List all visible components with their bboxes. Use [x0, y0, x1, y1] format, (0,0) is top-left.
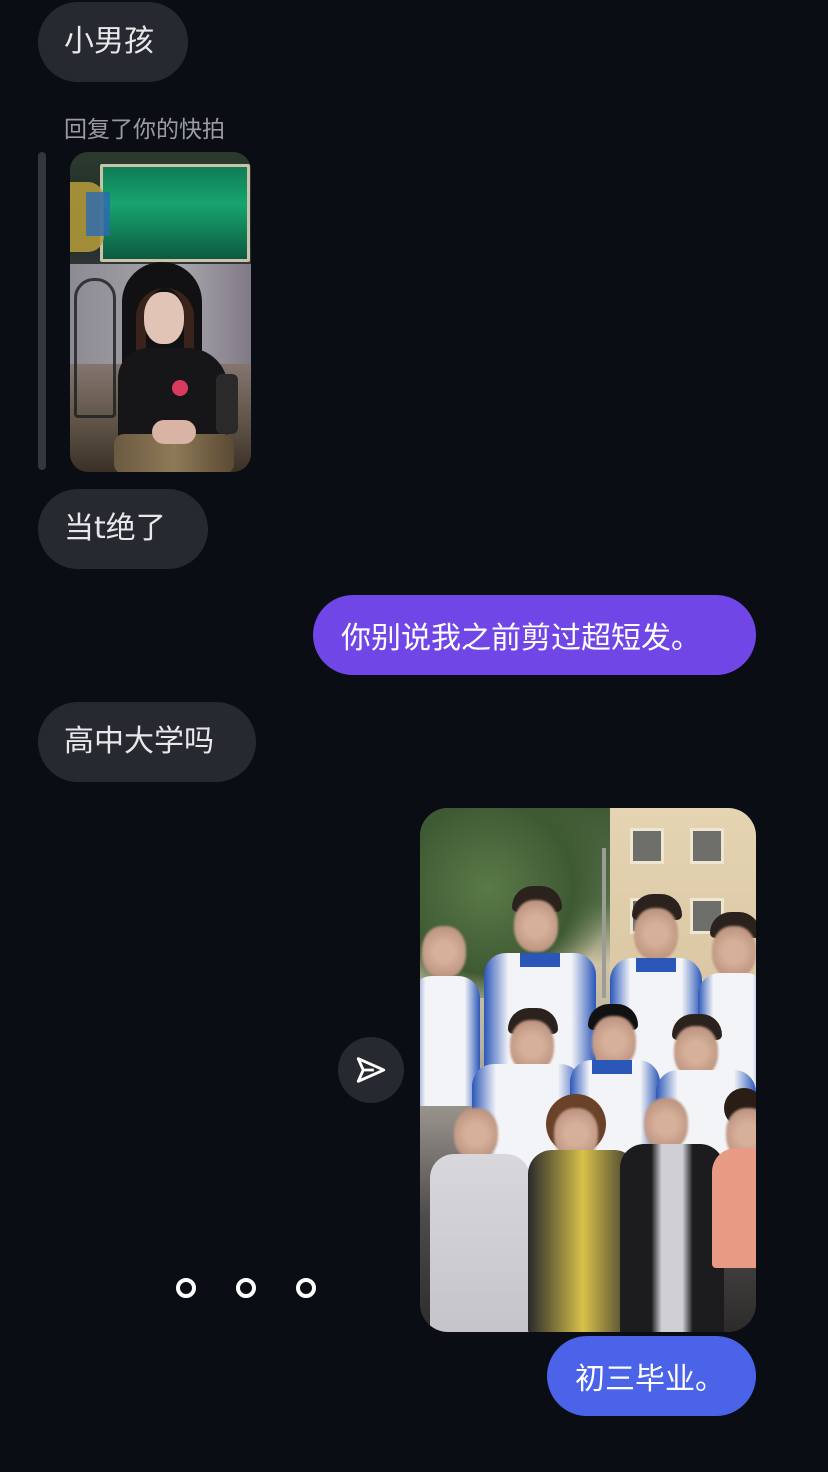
outgoing-message-bubble[interactable]: 初三毕业。: [547, 1336, 756, 1416]
sent-photo[interactable]: [420, 808, 756, 1332]
message-text: 你别说我之前剪过超短发。: [341, 621, 701, 656]
message-text: 当t绝了: [64, 511, 166, 546]
typing-indicator: [176, 1278, 326, 1300]
story-thumbnail[interactable]: [70, 152, 251, 472]
incoming-message-bubble[interactable]: 小男孩: [38, 2, 188, 82]
message-text: 小男孩: [64, 24, 154, 59]
story-reply-label: 回复了你的快拍: [64, 117, 225, 143]
share-button[interactable]: [338, 1037, 404, 1103]
message-text: 初三毕业。: [575, 1362, 725, 1397]
outgoing-message-bubble[interactable]: 你别说我之前剪过超短发。: [313, 595, 756, 675]
typing-dot: [236, 1278, 256, 1298]
typing-dot: [176, 1278, 196, 1298]
send-icon: [356, 1057, 386, 1083]
incoming-message-bubble[interactable]: 高中大学吗: [38, 702, 256, 782]
incoming-message-bubble[interactable]: 当t绝了: [38, 489, 208, 569]
chat-screen: 小男孩 回复了你的快拍 当t绝了 你别说我之前剪过超短发。 高中大学吗 初三毕业…: [0, 0, 828, 1472]
typing-dot: [296, 1278, 316, 1298]
reply-quote-bar: [38, 152, 46, 470]
message-text: 高中大学吗: [64, 724, 214, 759]
